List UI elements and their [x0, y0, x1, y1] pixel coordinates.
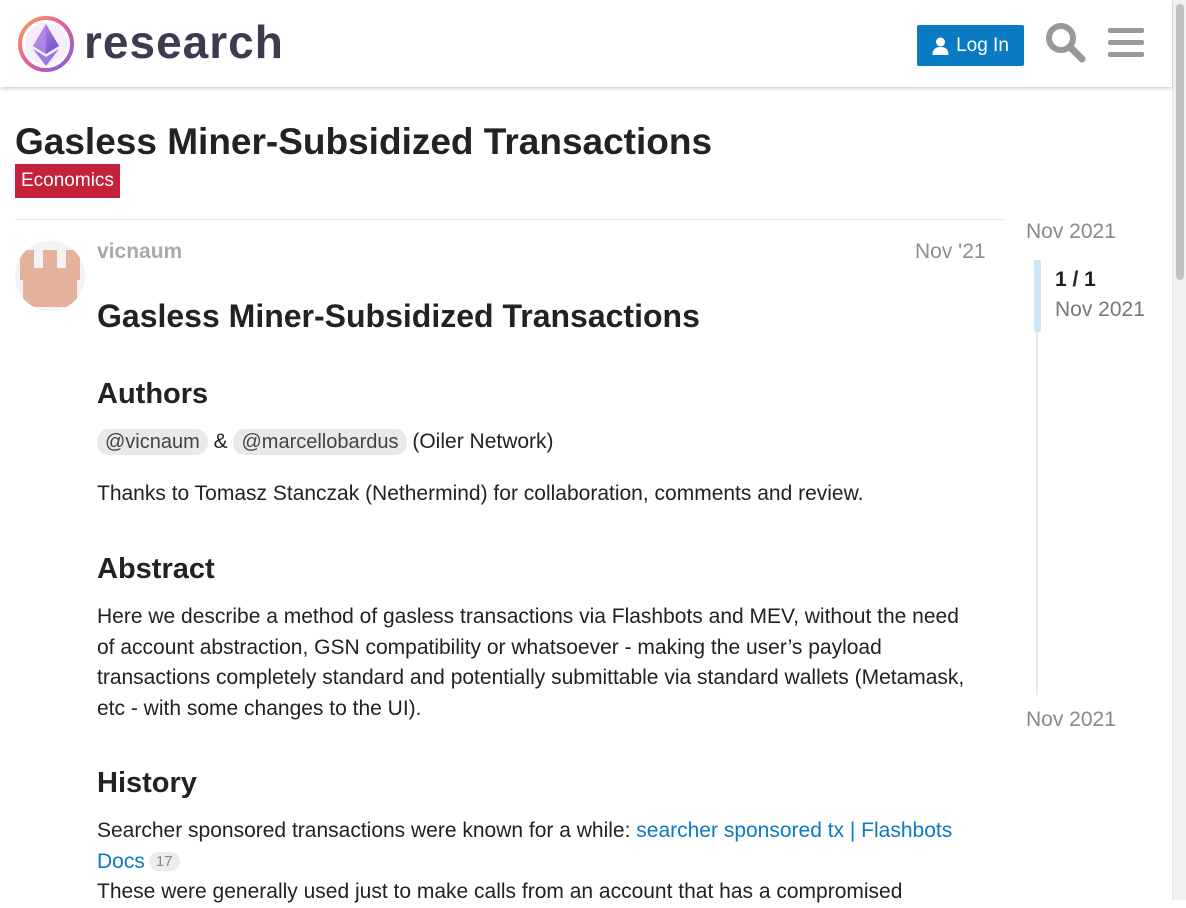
history-heading: History: [97, 767, 197, 799]
login-label: Log In: [956, 34, 1009, 56]
thanks-text: Thanks to Tomasz Stanczak (Nethermind) f…: [97, 482, 864, 505]
scrollbar-thumb[interactable]: [1176, 4, 1184, 280]
history-text: Searcher sponsored transactions were kno…: [97, 816, 992, 908]
site-header: research Log In: [0, 0, 1172, 87]
category-badge[interactable]: Economics: [15, 164, 120, 198]
org-text: (Oiler Network): [412, 430, 554, 453]
avatar[interactable]: [15, 241, 85, 311]
authors-line: @vicnaum & @marcellobardus (Oiler Networ…: [97, 427, 992, 458]
mention-marcellobardus[interactable]: @marcellobardus: [233, 429, 407, 455]
timeline-end-date[interactable]: Nov 2021: [1026, 708, 1116, 732]
topic-title[interactable]: Gasless Miner-Subsidized Transactions: [15, 120, 712, 164]
timeline-current-date: Nov 2021: [1055, 298, 1145, 321]
timeline-position: 1 / 1: [1055, 268, 1096, 291]
mention-vicnaum[interactable]: @vicnaum: [97, 429, 208, 455]
timeline-handle[interactable]: [1034, 260, 1041, 332]
user-icon: [932, 37, 949, 55]
abstract-heading: Abstract: [97, 553, 215, 585]
authors-heading: Authors: [97, 378, 209, 410]
title-divider: [15, 219, 1004, 220]
ethereum-research-logo[interactable]: [16, 14, 76, 74]
hamburger-menu-icon[interactable]: [1104, 20, 1148, 64]
site-brand[interactable]: research: [84, 14, 284, 70]
post-date[interactable]: Nov '21: [915, 240, 986, 264]
history-intro: Searcher sponsored transactions were kno…: [97, 819, 637, 842]
search-icon[interactable]: [1043, 20, 1087, 64]
timeline-start-date[interactable]: Nov 2021: [1026, 220, 1116, 244]
login-button[interactable]: Log In: [917, 25, 1024, 66]
page-scrollbar[interactable]: [1172, 0, 1186, 900]
ampersand: &: [213, 430, 228, 453]
post-username[interactable]: vicnaum: [97, 240, 182, 264]
post-heading: Gasless Miner-Subsidized Transactions: [97, 298, 700, 334]
avatar-icon: [20, 250, 80, 307]
abstract-text: Here we describe a method of gasless tra…: [97, 605, 965, 720]
link-click-count: 17: [148, 851, 180, 871]
